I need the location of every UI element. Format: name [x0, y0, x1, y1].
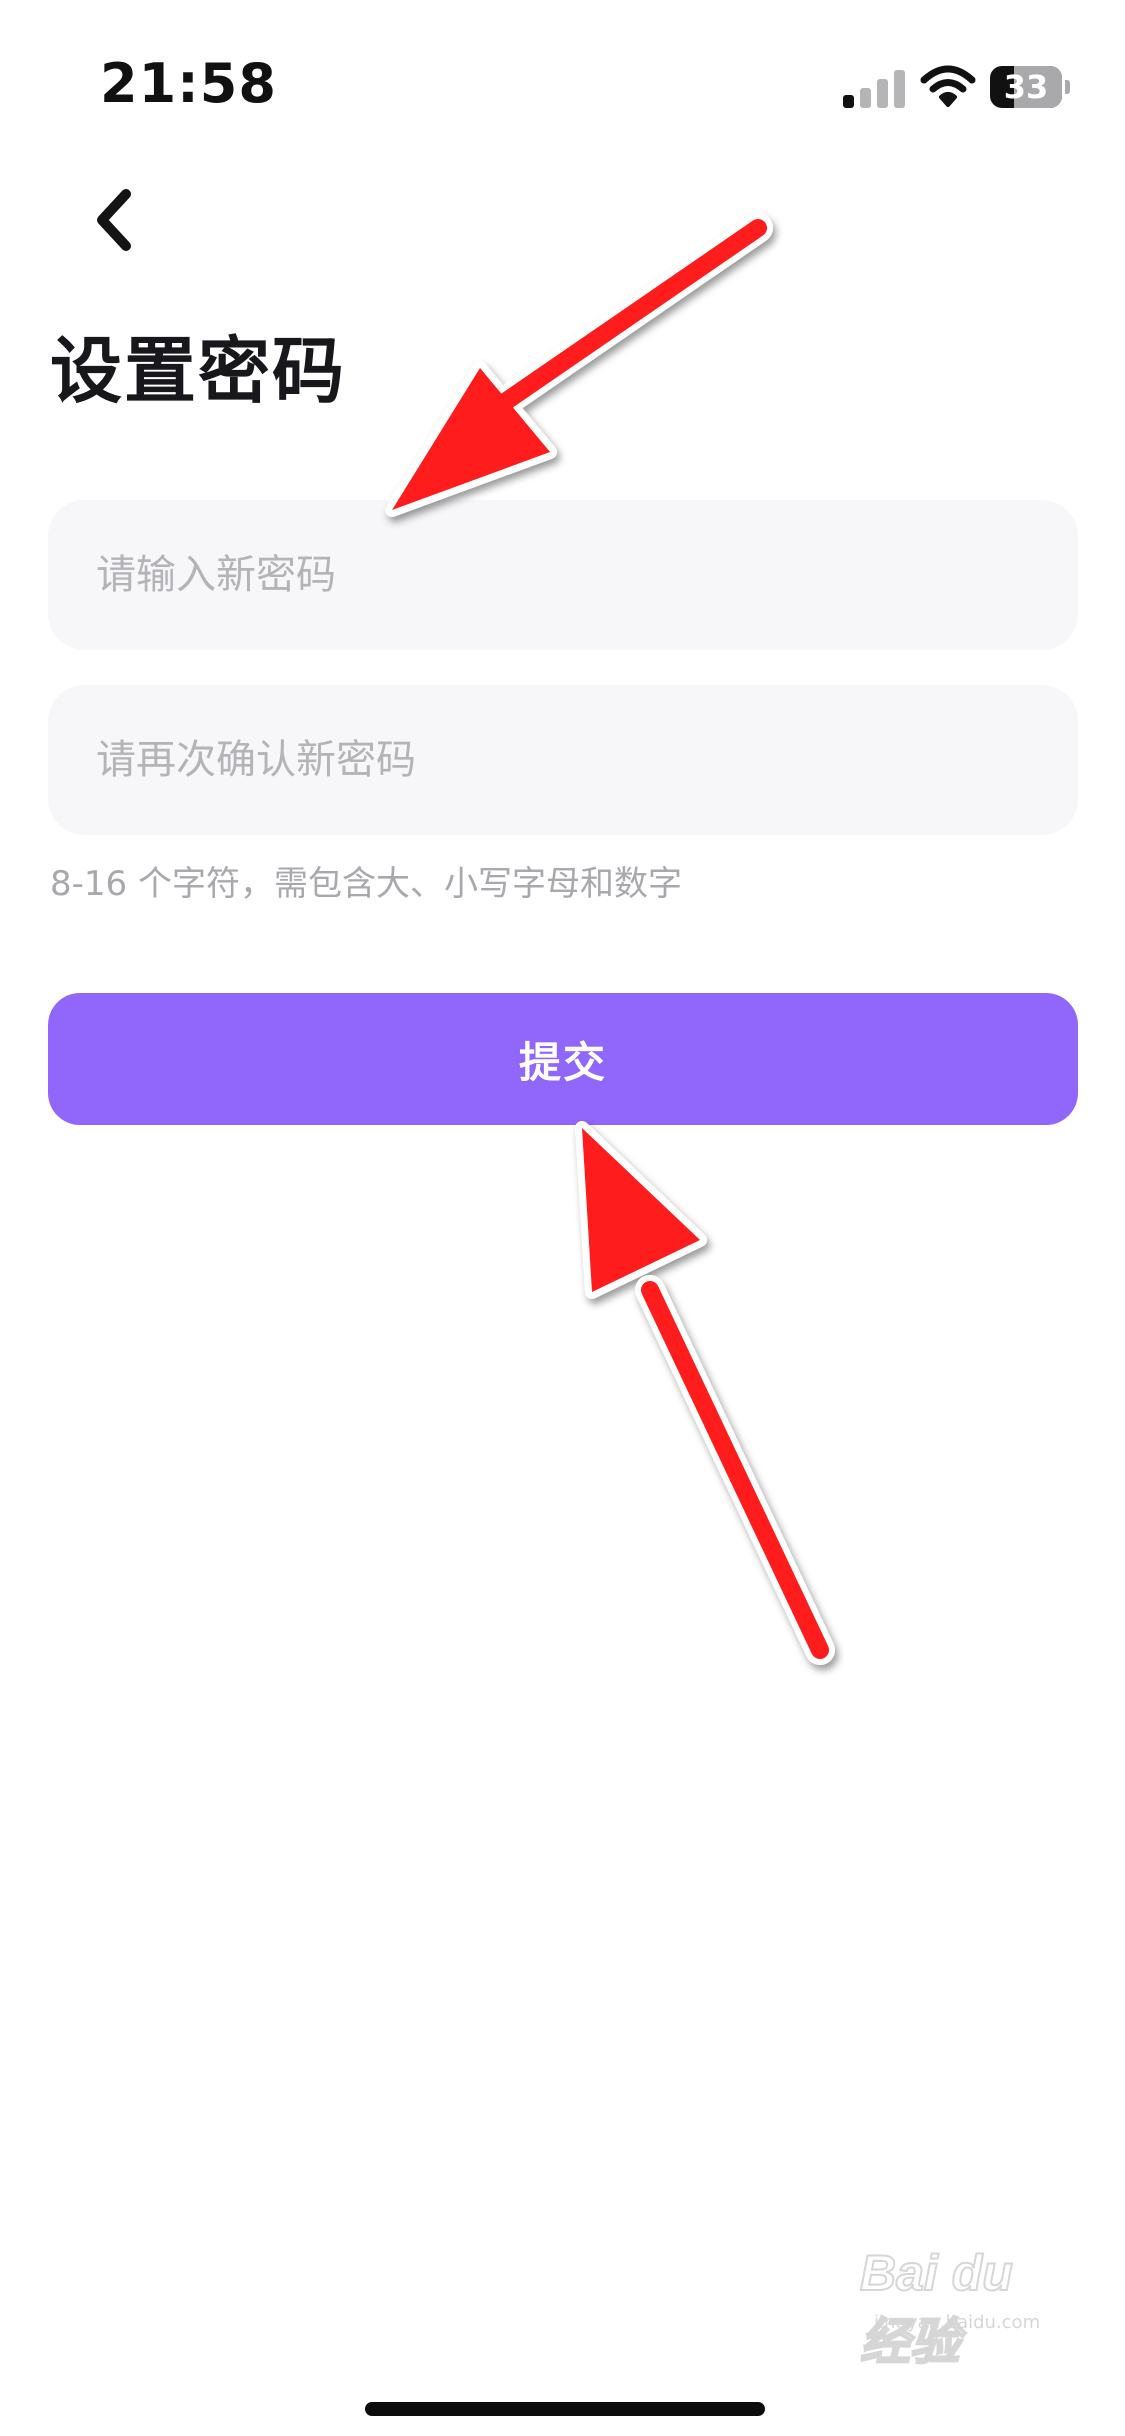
annotation-arrow-to-submit	[575, 1121, 835, 1665]
signal-bar	[860, 88, 871, 108]
battery-level-text: 33	[1003, 68, 1049, 106]
baidu-jingyan-watermark: Bai du 经验 jingyan.baidu.com	[859, 2240, 1070, 2371]
confirm-password-input[interactable]	[48, 685, 1078, 835]
password-hint: 8-16 个字符，需包含大、小写字母和数字	[50, 864, 682, 904]
signal-bar	[894, 70, 905, 108]
watermark-url: jingyan.baidu.com	[874, 2312, 1041, 2333]
status-time: 21:58	[100, 52, 277, 115]
home-indicator[interactable]	[365, 2402, 765, 2416]
watermark-logo: Bai du 经验	[859, 2244, 1014, 2371]
cellular-signal-icon	[843, 66, 905, 108]
battery-body: 33	[990, 66, 1062, 108]
submit-button[interactable]: 提交	[48, 993, 1078, 1125]
battery-tip	[1065, 80, 1070, 94]
battery-icon: 33	[990, 66, 1070, 108]
new-password-field	[48, 500, 1078, 650]
confirm-password-field	[48, 685, 1078, 835]
chevron-left-icon	[97, 189, 131, 251]
annotation-arrow-to-input	[385, 213, 773, 517]
back-button[interactable]	[80, 170, 170, 270]
signal-bar	[877, 79, 888, 108]
signal-bar	[843, 95, 854, 108]
wifi-icon	[920, 65, 976, 107]
new-password-input[interactable]	[48, 500, 1078, 650]
page-title: 设置密码	[50, 329, 347, 413]
